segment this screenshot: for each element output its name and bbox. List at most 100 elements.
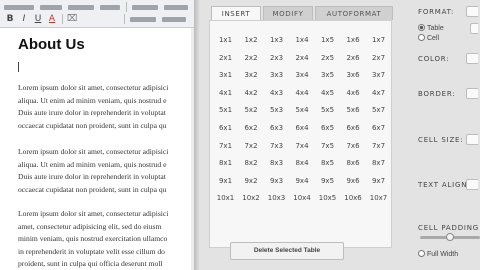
- grid-cell[interactable]: 8x3: [264, 155, 289, 172]
- grid-cell[interactable]: 1x6: [341, 32, 366, 49]
- grid-cell[interactable]: 4x4: [290, 85, 315, 102]
- grid-cell[interactable]: 3x1: [213, 67, 238, 84]
- grid-cell[interactable]: 3x2: [239, 67, 264, 84]
- paragraph-line: Duis aute irure dolor in reprehenderit i…: [18, 172, 166, 181]
- format-clear-icon[interactable]: ⌧: [66, 13, 78, 25]
- grid-cell[interactable]: 9x5: [315, 173, 340, 190]
- grid-cell[interactable]: 10x3: [264, 190, 289, 207]
- italic-icon[interactable]: I: [18, 13, 30, 25]
- grid-cell[interactable]: 5x5: [315, 102, 340, 119]
- grid-cell[interactable]: 10x2: [239, 190, 264, 207]
- grid-cell[interactable]: 2x1: [213, 50, 238, 67]
- grid-cell[interactable]: 5x4: [290, 102, 315, 119]
- grid-cell[interactable]: 10x7: [366, 190, 391, 207]
- grid-cell[interactable]: 8x4: [290, 155, 315, 172]
- grid-cell[interactable]: 5x6: [341, 102, 366, 119]
- grid-cell[interactable]: 1x3: [264, 32, 289, 49]
- grid-cell[interactable]: 6x7: [366, 120, 391, 137]
- grid-cell[interactable]: 2x2: [239, 50, 264, 67]
- bold-icon[interactable]: B: [4, 13, 16, 25]
- grid-cell[interactable]: 3x6: [341, 67, 366, 84]
- grid-cell[interactable]: 3x3: [264, 67, 289, 84]
- grid-cell[interactable]: 4x5: [315, 85, 340, 102]
- grid-cell[interactable]: 9x2: [239, 173, 264, 190]
- grid-cell[interactable]: 4x1: [213, 85, 238, 102]
- text-align-select[interactable]: [466, 179, 478, 190]
- grid-cell[interactable]: 6x1: [213, 120, 238, 137]
- grid-cell[interactable]: 1x5: [315, 32, 340, 49]
- grid-cell[interactable]: 2x3: [264, 50, 289, 67]
- tab-modify[interactable]: MODIFY: [263, 6, 313, 20]
- grid-cell[interactable]: 3x5: [315, 67, 340, 84]
- grid-cell[interactable]: 5x1: [213, 102, 238, 119]
- grid-cell[interactable]: 6x6: [341, 120, 366, 137]
- grid-cell[interactable]: 4x7: [366, 85, 391, 102]
- grid-cell[interactable]: 6x2: [239, 120, 264, 137]
- grid-cell[interactable]: 6x5: [315, 120, 340, 137]
- radio-icon[interactable]: [418, 24, 425, 31]
- grid-cell[interactable]: 10x5: [315, 190, 340, 207]
- toolbar-placeholder-icon: [162, 17, 186, 22]
- grid-cell[interactable]: 6x4: [290, 120, 315, 137]
- grid-cell[interactable]: 1x4: [290, 32, 315, 49]
- grid-cell[interactable]: 4x3: [264, 85, 289, 102]
- grid-cell[interactable]: 8x6: [341, 155, 366, 172]
- grid-cell[interactable]: 2x4: [290, 50, 315, 67]
- grid-cell[interactable]: 2x5: [315, 50, 340, 67]
- grid-cell[interactable]: 3x7: [366, 67, 391, 84]
- grid-cell[interactable]: 1x1: [213, 32, 238, 49]
- grid-cell[interactable]: 8x5: [315, 155, 340, 172]
- grid-cell[interactable]: 4x6: [341, 85, 366, 102]
- grid-cell[interactable]: 9x3: [264, 173, 289, 190]
- format-field[interactable]: [470, 23, 478, 34]
- grid-cell[interactable]: 3x4: [290, 67, 315, 84]
- grid-cell[interactable]: 5x7: [366, 102, 391, 119]
- format-option-label: Table: [427, 25, 444, 32]
- grid-cell[interactable]: 8x7: [366, 155, 391, 172]
- grid-cell[interactable]: 10x1: [213, 190, 238, 207]
- grid-cell[interactable]: 8x1: [213, 155, 238, 172]
- grid-cell[interactable]: 7x1: [213, 138, 238, 155]
- full-width-option[interactable]: Full Width: [418, 250, 458, 259]
- grid-cell[interactable]: 10x6: [341, 190, 366, 207]
- format-option-cell[interactable]: Cell: [418, 34, 439, 43]
- grid-cell[interactable]: 9x7: [366, 173, 391, 190]
- underline-icon[interactable]: U: [32, 13, 44, 25]
- grid-cell[interactable]: 8x2: [239, 155, 264, 172]
- grid-cell[interactable]: 7x2: [239, 138, 264, 155]
- grid-cell[interactable]: 2x6: [341, 50, 366, 67]
- grid-cell[interactable]: 4x2: [239, 85, 264, 102]
- grid-cell[interactable]: 7x4: [290, 138, 315, 155]
- grid-cell[interactable]: 2x7: [366, 50, 391, 67]
- format-option-table[interactable]: Table: [418, 24, 444, 33]
- format-select[interactable]: [466, 6, 478, 17]
- toolbar-divider: [124, 14, 125, 24]
- editor-pane[interactable]: B I U A ⌧ About Us Lorem ipsum dolor sit…: [0, 0, 194, 270]
- grid-cell[interactable]: 6x3: [264, 120, 289, 137]
- grid-cell[interactable]: 7x7: [366, 138, 391, 155]
- slider-handle[interactable]: [446, 233, 454, 241]
- editor-content[interactable]: About Us Lorem ipsum dolor sit amet, con…: [18, 36, 194, 268]
- grid-cell[interactable]: 1x7: [366, 32, 391, 49]
- grid-cell[interactable]: 1x2: [239, 32, 264, 49]
- font-color-icon[interactable]: A: [46, 13, 58, 25]
- grid-cell[interactable]: 7x6: [341, 138, 366, 155]
- grid-cell[interactable]: 9x4: [290, 173, 315, 190]
- color-picker[interactable]: [466, 53, 478, 64]
- cell-size-field[interactable]: [466, 134, 478, 145]
- border-field[interactable]: [466, 88, 478, 99]
- grid-cell[interactable]: 7x5: [315, 138, 340, 155]
- grid-cell[interactable]: 5x3: [264, 102, 289, 119]
- grid-cell[interactable]: 10x4: [290, 190, 315, 207]
- tab-insert[interactable]: INSERT: [211, 6, 261, 21]
- grid-cell[interactable]: 9x6: [341, 173, 366, 190]
- grid-cell[interactable]: 7x3: [264, 138, 289, 155]
- grid-cell[interactable]: 5x2: [239, 102, 264, 119]
- radio-icon[interactable]: [418, 34, 425, 41]
- tab-autoformat[interactable]: AUTOFORMAT: [315, 6, 393, 20]
- toolbar-row-bottom: B I U A ⌧: [0, 13, 194, 25]
- delete-table-button[interactable]: Delete Selected Table: [230, 242, 344, 260]
- border-label: BORDER:: [418, 90, 456, 98]
- radio-icon[interactable]: [418, 250, 425, 257]
- grid-cell[interactable]: 9x1: [213, 173, 238, 190]
